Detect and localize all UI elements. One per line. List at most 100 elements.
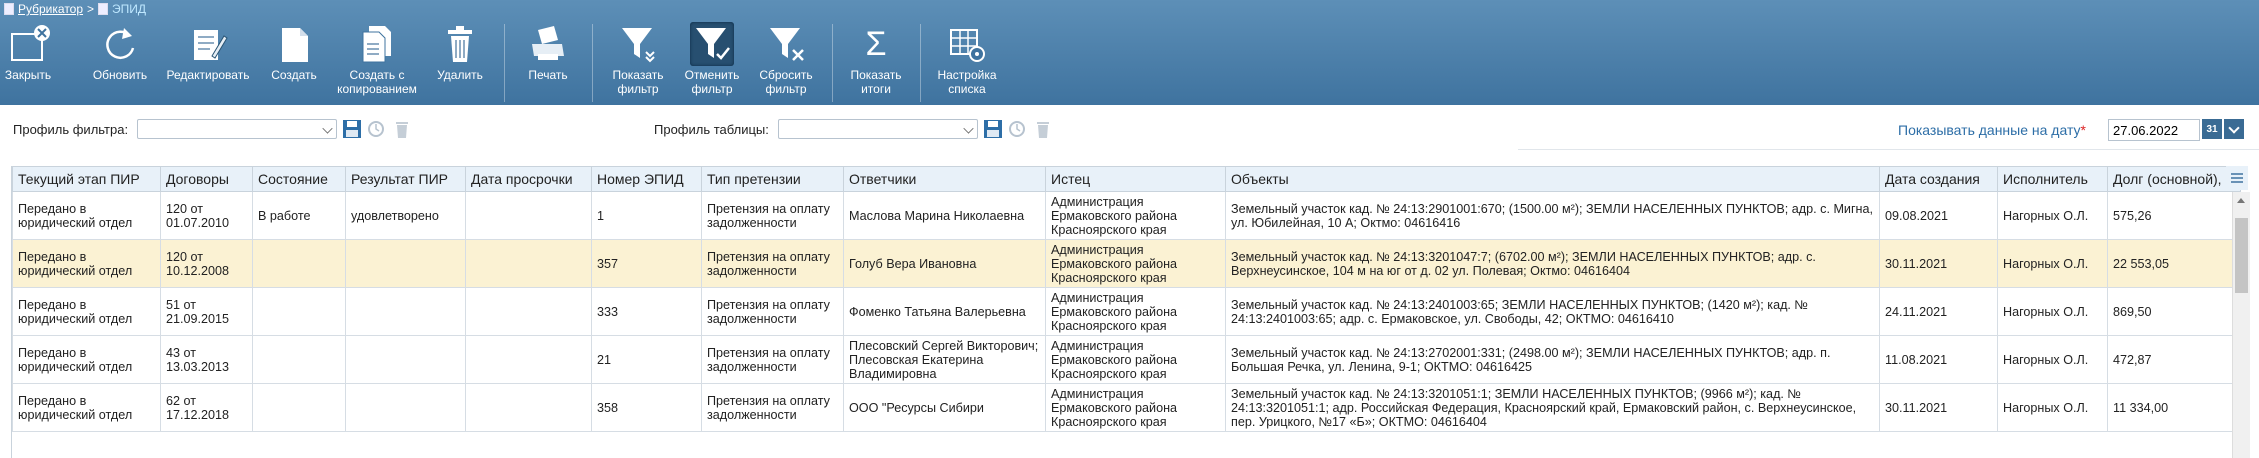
cell-col-debt: 472,87 xyxy=(2107,335,2241,384)
trash-icon[interactable] xyxy=(1035,119,1055,141)
delete-label: Удалить xyxy=(437,68,483,82)
table-row[interactable]: Передано в юридический отдел 120 от 10.12… xyxy=(12,239,2241,288)
close-window-icon xyxy=(6,22,50,66)
filter-bar: Профиль фильтра: Профиль таблицы: Показы… xyxy=(0,110,2259,150)
filter-profile-select[interactable] xyxy=(137,119,337,139)
cell-col-state xyxy=(252,239,346,288)
column-settings-icon[interactable] xyxy=(2226,166,2248,190)
cell-col-current-stage: Передано в юридический отдел xyxy=(12,383,161,432)
show-filter-button[interactable]: Показать фильтр xyxy=(608,22,668,102)
delete-button[interactable]: Удалить xyxy=(432,22,488,102)
cell-col-defendants: Фоменко Татьяна Валерьевна xyxy=(843,287,1046,336)
cell-col-epid-number: 357 xyxy=(591,239,702,288)
cell-col-contracts: 43 от 13.03.2013 xyxy=(160,335,253,384)
cell-col-created-date: 30.11.2021 xyxy=(1879,383,1998,432)
cancel-filter-button[interactable]: Отменить фильтр xyxy=(682,22,742,102)
scroll-up-icon[interactable] xyxy=(2237,198,2245,203)
cell-col-objects: Земельный участок кад. № 24:13:3201051:1… xyxy=(1225,383,1880,432)
column-header-col-current-stage[interactable]: Текущий этап ПИР xyxy=(12,166,161,192)
create-label: Создать xyxy=(271,68,317,82)
cell-col-current-stage: Передано в юридический отдел xyxy=(12,335,161,384)
cell-col-plaintiff: Администрация Ермаковского района Красно… xyxy=(1045,239,1226,288)
print-button[interactable]: Печать xyxy=(520,22,576,102)
column-header-col-plaintiff[interactable]: Истец xyxy=(1045,166,1226,192)
cell-col-state: В работе xyxy=(252,191,346,240)
cell-col-executor: Нагорных О.Л. xyxy=(1997,287,2108,336)
breadcrumb-root-link[interactable]: Рубрикатор xyxy=(18,2,83,16)
reset-filter-button[interactable]: Сбросить фильтр xyxy=(756,22,816,102)
cell-col-epid-number: 358 xyxy=(591,383,702,432)
column-header-col-overdue-date[interactable]: Дата просрочки xyxy=(465,166,592,192)
table-row[interactable]: Передано в юридический отдел 43 от 13.03.… xyxy=(12,335,2241,384)
cell-col-executor: Нагорных О.Л. xyxy=(1997,191,2108,240)
column-header-col-executor[interactable]: Исполнитель xyxy=(1997,166,2108,192)
date-input[interactable] xyxy=(2108,119,2200,141)
cell-col-contracts: 120 от 10.12.2008 xyxy=(160,239,253,288)
cell-col-overdue-date xyxy=(465,191,592,240)
chevron-down-icon[interactable] xyxy=(2224,119,2244,139)
column-header-col-objects[interactable]: Объекты xyxy=(1225,166,1880,192)
save-icon[interactable] xyxy=(983,119,1003,141)
column-header-col-debt[interactable]: Долг (основной), р xyxy=(2107,166,2241,192)
save-icon[interactable] xyxy=(342,119,362,141)
column-header-col-created-date[interactable]: Дата создания xyxy=(1879,166,1998,192)
vertical-scrollbar[interactable] xyxy=(2232,192,2250,458)
column-header-col-contracts[interactable]: Договоры xyxy=(160,166,253,192)
reset-filter-label-1: Сбросить xyxy=(759,68,813,82)
revert-icon[interactable] xyxy=(366,119,386,141)
cell-col-claim-type: Претензия на оплату задолженности xyxy=(701,335,844,384)
cell-col-contracts: 120 от 01.07.2010 xyxy=(160,191,253,240)
required-mark: * xyxy=(2080,122,2086,138)
breadcrumb: Рубрикатор > ЭПИД xyxy=(4,2,146,16)
column-header-col-defendants[interactable]: Ответчики xyxy=(843,166,1046,192)
cell-col-objects: Земельный участок кад. № 24:13:2401003:6… xyxy=(1225,287,1880,336)
table-icon xyxy=(98,3,109,15)
filter-show-icon xyxy=(616,22,660,66)
cell-col-current-stage: Передано в юридический отдел xyxy=(12,191,161,240)
show-totals-label-1: Показать xyxy=(850,68,902,82)
cell-col-overdue-date xyxy=(465,335,592,384)
table-row[interactable]: Передано в юридический отдел 51 от 21.09.… xyxy=(12,287,2241,336)
show-data-on-date-link[interactable]: Показывать данные на дату* xyxy=(1898,122,2086,138)
close-button[interactable]: Закрыть xyxy=(2,22,54,102)
cell-col-debt: 11 334,00 xyxy=(2107,383,2241,432)
scrollbar-thumb[interactable] xyxy=(2235,218,2248,293)
create-copy-label-2: копированием xyxy=(337,82,417,96)
column-header-col-claim-type[interactable]: Тип претензии xyxy=(701,166,844,192)
trash-icon[interactable] xyxy=(394,119,414,141)
cell-col-overdue-date xyxy=(465,287,592,336)
refresh-button[interactable]: Обновить xyxy=(90,22,150,102)
list-settings-button[interactable]: Настройка списка xyxy=(932,22,1002,102)
column-header-col-epid-number[interactable]: Номер ЭПИД xyxy=(591,166,702,192)
new-document-icon xyxy=(272,22,316,66)
edit-button[interactable]: Редактировать xyxy=(163,22,253,102)
breadcrumb-current: ЭПИД xyxy=(112,2,147,16)
create-button[interactable]: Создать xyxy=(266,22,322,102)
table-row[interactable]: Передано в юридический отдел 120 от 01.07… xyxy=(12,191,2241,240)
create-copy-button[interactable]: Создать с копированием xyxy=(332,22,422,102)
cell-col-created-date: 24.11.2021 xyxy=(1879,287,1998,336)
revert-icon[interactable] xyxy=(1007,119,1027,141)
cell-col-result xyxy=(345,239,466,288)
column-header-col-state[interactable]: Состояние xyxy=(252,166,346,192)
create-copy-label-1: Создать с xyxy=(349,68,405,82)
cell-col-executor: Нагорных О.Л. xyxy=(1997,383,2108,432)
table-profile-select[interactable] xyxy=(778,119,978,139)
column-header-col-result[interactable]: Результат ПИР xyxy=(345,166,466,192)
toolbar-separator xyxy=(504,24,505,102)
cell-col-plaintiff: Администрация Ермаковского района Красно… xyxy=(1045,191,1226,240)
filter-check-icon xyxy=(690,22,734,66)
cell-col-result: удовлетворено xyxy=(345,191,466,240)
table-row[interactable]: Передано в юридический отдел 62 от 17.12.… xyxy=(12,383,2241,432)
edit-label: Редактировать xyxy=(166,68,250,82)
cell-col-created-date: 30.11.2021 xyxy=(1879,239,1998,288)
cell-col-overdue-date xyxy=(465,239,592,288)
cell-col-debt: 869,50 xyxy=(2107,287,2241,336)
cell-col-state xyxy=(252,383,346,432)
show-totals-button[interactable]: Σ Показать итоги xyxy=(846,22,906,102)
cell-col-contracts: 62 от 17.12.2018 xyxy=(160,383,253,432)
calendar-icon[interactable]: 31 xyxy=(2202,119,2222,139)
show-date-label: Показывать данные на дату xyxy=(1898,122,2081,138)
cell-col-contracts: 51 от 21.09.2015 xyxy=(160,287,253,336)
breadcrumb-separator: > xyxy=(87,2,95,16)
